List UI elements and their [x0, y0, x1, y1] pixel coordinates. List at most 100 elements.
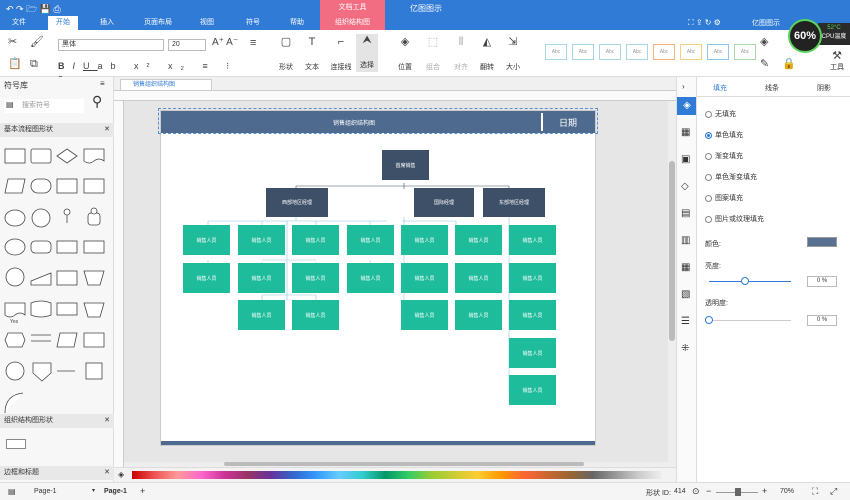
- select-button[interactable]: ⮝ 选择: [356, 34, 378, 72]
- node-staff[interactable]: 销售人员: [509, 225, 556, 255]
- outline-icon[interactable]: ☰: [681, 316, 690, 327]
- context-tab[interactable]: 文档工具 组织结构图: [320, 0, 385, 30]
- fullscreen-icon[interactable]: ⤢: [830, 486, 837, 497]
- lock-icon[interactable]: 🔒: [782, 58, 796, 70]
- doc-tab[interactable]: 销售组织结构图: [120, 79, 212, 91]
- font-increase-icon[interactable]: A⁺ A⁻: [212, 37, 238, 49]
- add-page-button[interactable]: +: [140, 486, 145, 496]
- user-name[interactable]: 亿图图示: [752, 18, 780, 28]
- format-painter-icon[interactable]: 🖌: [30, 36, 44, 48]
- style-preset-1[interactable]: Abc: [545, 44, 567, 60]
- font-name-select[interactable]: 黑体: [58, 39, 164, 51]
- connect-icon[interactable]: ⁜: [681, 343, 689, 354]
- vertical-scrollbar[interactable]: [668, 101, 676, 467]
- zoom-level[interactable]: 70%: [780, 488, 794, 495]
- node-staff[interactable]: 销售人员: [509, 375, 556, 405]
- grid-icon[interactable]: ▦: [681, 127, 690, 138]
- option-picture-fill[interactable]: 图片或纹理填充: [705, 214, 764, 224]
- node-staff[interactable]: 销售人员: [509, 338, 556, 368]
- chart-icon[interactable]: ▥: [681, 235, 690, 246]
- fit-page-icon[interactable]: ⛶: [812, 486, 818, 497]
- style-preset-8[interactable]: Abc: [734, 44, 756, 60]
- tab-line[interactable]: 线条: [765, 83, 779, 93]
- collapse-icon[interactable]: ›: [682, 82, 685, 91]
- style-preset-5[interactable]: Abc: [653, 44, 675, 60]
- org-shape[interactable]: [6, 439, 26, 449]
- paste-icon[interactable]: 📋: [8, 58, 22, 70]
- page-list-icon[interactable]: ▤: [8, 487, 16, 496]
- section-org-chart[interactable]: 组织结构图形状 ✕: [0, 414, 114, 428]
- menu-file[interactable]: 文件: [4, 16, 34, 30]
- style-preset-6[interactable]: Abc: [680, 44, 702, 60]
- copy-icon[interactable]: ⧉: [30, 58, 38, 70]
- zoom-in-icon[interactable]: +: [762, 486, 767, 496]
- menu-view[interactable]: 视图: [192, 16, 222, 30]
- fill-icon[interactable]: ◈: [118, 470, 124, 479]
- align-button[interactable]: ⫴ 对齐: [452, 36, 470, 72]
- node-staff[interactable]: 销售人员: [401, 300, 448, 330]
- brightness-value[interactable]: 0 %: [807, 276, 837, 287]
- node-manager-west[interactable]: 西部地区经理: [266, 188, 328, 217]
- node-staff[interactable]: 销售人员: [455, 300, 502, 330]
- menu-insert[interactable]: 插入: [92, 16, 122, 30]
- transparency-slider-handle[interactable]: [705, 316, 713, 324]
- node-staff[interactable]: 销售人员: [238, 300, 285, 330]
- node-staff[interactable]: 销售人员: [455, 225, 502, 255]
- layers-icon[interactable]: ◇: [681, 181, 689, 192]
- page-tab-1[interactable]: Page-1: [34, 488, 57, 495]
- node-manager-east[interactable]: 东部地区经理: [483, 188, 545, 217]
- node-staff[interactable]: 销售人员: [509, 263, 556, 293]
- menu-page-layout[interactable]: 页面布局: [138, 16, 178, 30]
- tab-fill[interactable]: 填充: [713, 83, 727, 93]
- style-preset-2[interactable]: Abc: [572, 44, 594, 60]
- share-icons[interactable]: ⛶ ⇪ ↻ ⚙: [688, 18, 721, 28]
- node-staff[interactable]: 销售人员: [183, 263, 230, 293]
- fill-panel-icon[interactable]: ◈: [677, 97, 697, 115]
- library-menu-icon[interactable]: ≡: [100, 79, 105, 88]
- group-button[interactable]: ⬚ 组合: [424, 36, 442, 72]
- node-root[interactable]: 首席销售: [382, 150, 429, 180]
- option-gradient-fill[interactable]: 渐变填充: [705, 151, 743, 161]
- brightness-slider-track[interactable]: [709, 281, 791, 282]
- search-icon[interactable]: ⚲: [92, 93, 102, 110]
- menu-home[interactable]: 开始: [48, 16, 78, 30]
- menu-symbol[interactable]: 符号: [238, 16, 268, 30]
- line-color-icon[interactable]: ✎: [760, 58, 769, 70]
- table-icon[interactable]: ▦: [681, 262, 690, 273]
- play-icon[interactable]: ⊙: [692, 486, 700, 497]
- text-button[interactable]: T 文本: [304, 36, 320, 72]
- shape-button[interactable]: ▢ 形状: [278, 36, 294, 72]
- zoom-slider-handle[interactable]: [735, 488, 741, 496]
- option-single-gradient[interactable]: 单色渐变填充: [705, 172, 757, 182]
- menu-help[interactable]: 帮助: [282, 16, 312, 30]
- node-staff[interactable]: 销售人员: [238, 225, 285, 255]
- page-tab-2[interactable]: Page-1: [104, 488, 127, 495]
- node-manager-intl[interactable]: 国际经理: [414, 188, 474, 217]
- node-staff[interactable]: 销售人员: [401, 263, 448, 293]
- option-solid-fill[interactable]: 单色填充: [705, 130, 743, 140]
- perf-gauge[interactable]: 60%: [788, 19, 822, 53]
- option-pattern-fill[interactable]: 图案填充: [705, 193, 743, 203]
- node-staff[interactable]: 销售人员: [238, 263, 285, 293]
- cut-icon[interactable]: ✂: [8, 36, 17, 48]
- library-search-input[interactable]: 搜索符号: [4, 99, 84, 113]
- position-button[interactable]: ◈ 位置: [396, 36, 414, 72]
- section-borders-titles[interactable]: 边框和标题 ✕: [0, 466, 114, 480]
- tools-button[interactable]: ⚒ 工具: [828, 50, 846, 72]
- node-staff[interactable]: 销售人员: [455, 263, 502, 293]
- library-dropdown-icon[interactable]: ▤: [6, 100, 14, 109]
- style-preset-7[interactable]: Abc: [707, 44, 729, 60]
- node-staff[interactable]: 销售人员: [183, 225, 230, 255]
- rotate-button[interactable]: ◭ 翻转: [478, 36, 496, 72]
- brightness-slider-handle[interactable]: [741, 277, 749, 285]
- zoom-out-icon[interactable]: −: [706, 486, 711, 496]
- tab-shadow[interactable]: 阴影: [817, 83, 831, 93]
- flowchart-shapes-grid[interactable]: Yes: [0, 141, 114, 419]
- font-size-select[interactable]: 20: [168, 39, 206, 51]
- node-staff[interactable]: 销售人员: [292, 263, 339, 293]
- color-palette-bar[interactable]: ◈: [114, 467, 676, 482]
- style-preset-4[interactable]: Abc: [626, 44, 648, 60]
- color-swatches[interactable]: [132, 471, 662, 479]
- node-staff[interactable]: 销售人员: [347, 225, 394, 255]
- connector-button[interactable]: ⌐ 连接线: [330, 36, 352, 72]
